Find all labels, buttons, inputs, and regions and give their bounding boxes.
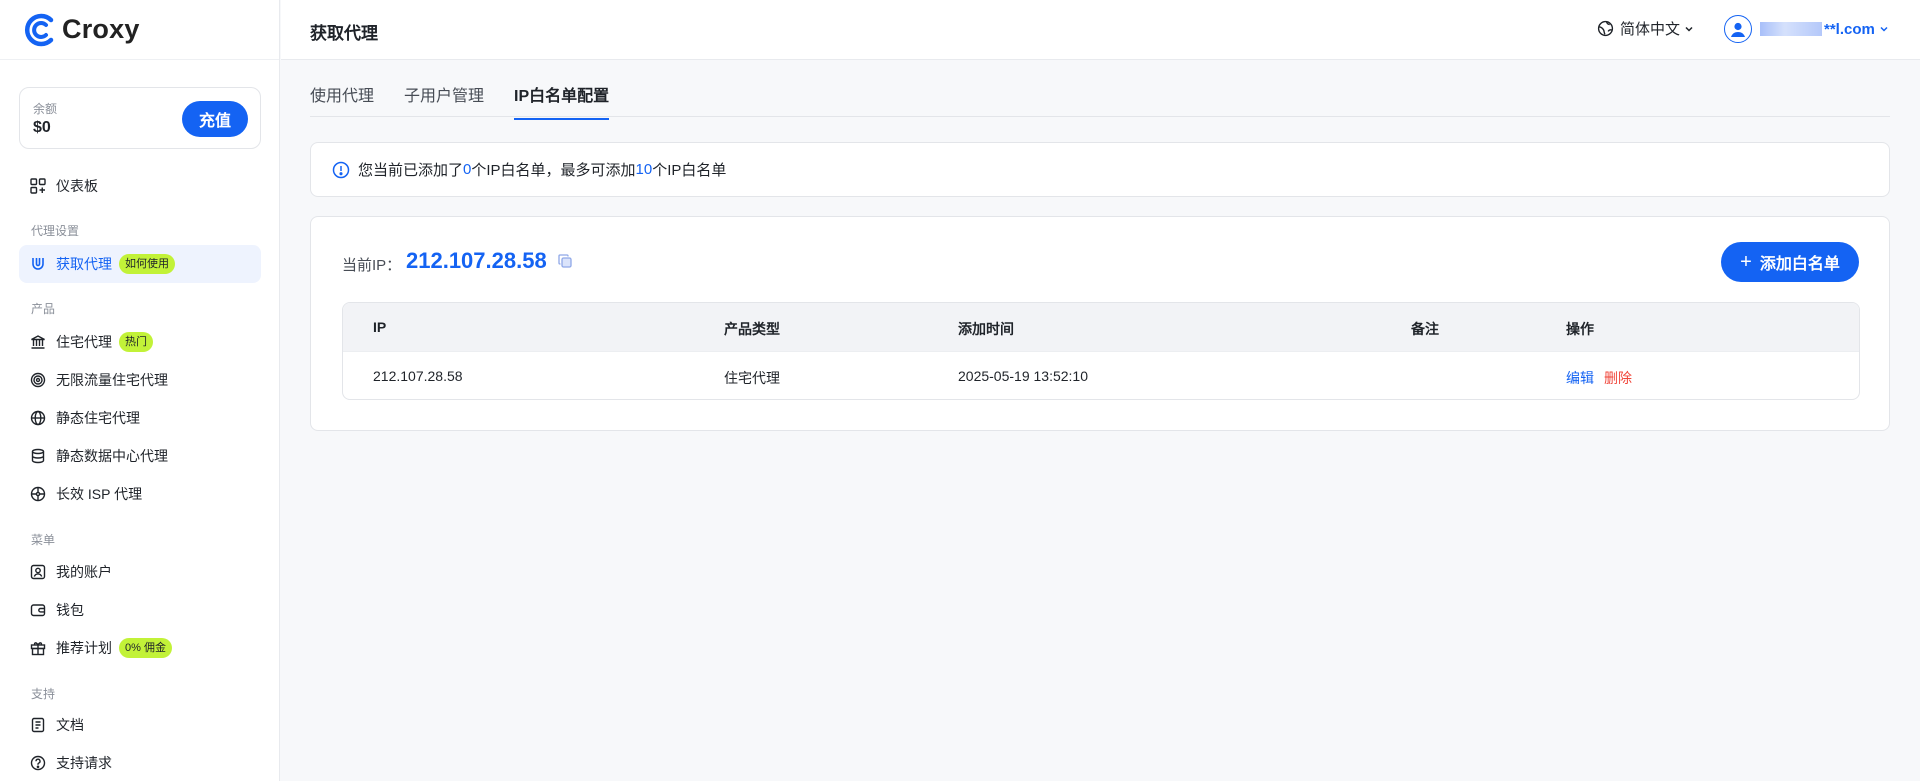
sidebar-item-label: 静态数据中心代理 xyxy=(56,448,168,464)
sidebar-item-residential[interactable]: 住宅代理 热门 xyxy=(19,323,261,361)
grid-icon xyxy=(29,177,47,195)
top-header: 获取代理 简体中文 **l.com xyxy=(281,0,1920,60)
col-actions: 操作 xyxy=(1566,321,1594,337)
sidebar-item-dashboard[interactable]: 仪表板 xyxy=(19,167,261,205)
delete-link[interactable]: 删除 xyxy=(1604,370,1632,386)
user-email: **l.com xyxy=(1760,21,1889,38)
sidebar-item-docs[interactable]: 文档 xyxy=(19,706,261,744)
sidebar-item-unlimited-residential[interactable]: 无限流量住宅代理 xyxy=(19,361,261,399)
language-label: 简体中文 xyxy=(1620,21,1681,38)
sidebar-item-label: 住宅代理 xyxy=(56,334,112,350)
notice-suffix: 个IP白名单 xyxy=(652,162,727,179)
document-icon xyxy=(29,716,47,734)
sidebar-item-static-residential[interactable]: 静态住宅代理 xyxy=(19,399,261,437)
chevron-down-icon xyxy=(1880,26,1888,32)
col-product-type: 产品类型 xyxy=(724,321,780,337)
sidebar-item-label: 静态住宅代理 xyxy=(56,410,140,426)
section-products: 产品 xyxy=(31,302,56,316)
balance-label: 余额 xyxy=(33,102,58,116)
support-icon xyxy=(29,754,47,772)
tab-bar: 使用代理 子用户管理 IP白名单配置 xyxy=(310,60,1890,120)
gift-icon xyxy=(29,639,47,657)
add-whitelist-button[interactable]: + 添加白名单 xyxy=(1721,242,1859,282)
balance-card: 余额 $0 充值 xyxy=(19,87,261,149)
brand-name: Croxy xyxy=(62,14,140,44)
sidebar-item-isp[interactable]: 长效 ISP 代理 xyxy=(19,475,261,513)
table-header: IP 产品类型 添加时间 备注 操作 xyxy=(343,303,1859,351)
language-selector[interactable]: 简体中文 xyxy=(1597,18,1694,39)
section-menu: 菜单 xyxy=(31,533,56,547)
copy-icon[interactable] xyxy=(557,253,573,269)
info-icon xyxy=(332,161,350,178)
whitelist-card: 当前IP： 212.107.28.58 + 添加白名单 IP 产品类型 添加时间… xyxy=(310,216,1890,431)
section-support: 支持 xyxy=(31,687,56,701)
email-redaction xyxy=(1760,22,1822,36)
user-card-icon xyxy=(29,563,47,581)
sidebar-item-label: 推荐计划 xyxy=(56,640,112,656)
tab-use-proxy[interactable]: 使用代理 xyxy=(310,82,374,118)
sidebar-item-label: 长效 ISP 代理 xyxy=(56,486,143,502)
sidebar-item-label: 无限流量住宅代理 xyxy=(56,372,168,388)
bank-icon xyxy=(29,333,47,351)
table-row: 212.107.28.58 住宅代理 2025-05-19 13:52:10 编… xyxy=(343,351,1859,399)
sidebar-item-account[interactable]: 我的账户 xyxy=(19,553,261,591)
notice-count: 0 xyxy=(463,161,472,178)
sidebar-item-label: 文档 xyxy=(56,717,84,733)
sidebar-item-wallet[interactable]: 钱包 xyxy=(19,591,261,629)
whitelist-table: IP 产品类型 添加时间 备注 操作 212.107.28.58 住宅代理 20… xyxy=(342,302,1860,400)
network-icon xyxy=(29,485,47,503)
current-ip-label: 当前IP： xyxy=(342,257,402,274)
tab-ip-whitelist[interactable]: IP白名单配置 xyxy=(514,82,610,120)
user-menu[interactable]: **l.com xyxy=(1724,15,1889,43)
sidebar-item-label: 钱包 xyxy=(56,602,84,618)
section-proxy-settings: 代理设置 xyxy=(31,224,80,238)
hot-badge: 热门 xyxy=(119,332,153,352)
user-email-text: **l.com xyxy=(1824,20,1875,38)
edit-link[interactable]: 编辑 xyxy=(1566,370,1594,386)
tab-sub-users[interactable]: 子用户管理 xyxy=(404,82,484,118)
how-to-use-badge[interactable]: 如何使用 xyxy=(119,254,175,274)
row-product: 住宅代理 xyxy=(724,370,780,386)
globe-icon xyxy=(1597,20,1614,37)
current-ip-value: 212.107.28.58 xyxy=(406,248,547,273)
sidebar-item-label: 支持请求 xyxy=(56,755,112,771)
chevron-down-icon xyxy=(1685,26,1693,32)
row-actions: 编辑 删除 xyxy=(1566,368,1632,388)
avatar xyxy=(1724,15,1752,43)
sidebar-item-label: 获取代理 xyxy=(56,256,112,272)
sidebar: Croxy 余额 $0 充值 仪表板 代理设置 获取代理 如何使用 产品 住宅代… xyxy=(0,0,280,781)
globe-icon xyxy=(29,409,47,427)
magnet-icon xyxy=(29,255,47,273)
notice-prefix: 您当前已添加了 xyxy=(358,162,464,179)
logo[interactable]: Croxy xyxy=(0,0,279,60)
target-icon xyxy=(29,371,47,389)
sidebar-item-get-proxy[interactable]: 获取代理 如何使用 xyxy=(19,245,261,283)
sidebar-item-referral[interactable]: 推荐计划 0% 佣金 xyxy=(19,629,261,667)
notice-middle: 个IP白名单，最多可添加 xyxy=(471,162,636,179)
notice-max: 10 xyxy=(635,161,653,178)
sidebar-item-static-datacenter[interactable]: 静态数据中心代理 xyxy=(19,437,261,475)
croxy-logo-icon xyxy=(24,13,54,46)
balance-value: $0 xyxy=(33,119,51,136)
col-note: 备注 xyxy=(1411,321,1439,337)
whitelist-notice: 您当前已添加了 0 个IP白名单，最多可添加 10 个IP白名单 xyxy=(310,142,1890,197)
wallet-icon xyxy=(29,601,47,619)
add-whitelist-label: 添加白名单 xyxy=(1759,256,1840,273)
database-icon xyxy=(29,447,47,465)
col-ip: IP xyxy=(373,319,387,335)
sidebar-item-label: 我的账户 xyxy=(56,564,112,580)
sidebar-item-support-request[interactable]: 支持请求 xyxy=(19,744,261,781)
row-ip: 212.107.28.58 xyxy=(373,368,463,384)
row-added-time: 2025-05-19 13:52:10 xyxy=(958,368,1088,384)
recharge-button[interactable]: 充值 xyxy=(182,101,248,137)
user-icon xyxy=(1731,22,1745,37)
plus-icon: + xyxy=(1740,251,1752,273)
commission-badge: 0% 佣金 xyxy=(119,638,172,658)
sidebar-item-label: 仪表板 xyxy=(56,178,98,194)
col-added-time: 添加时间 xyxy=(958,321,1014,337)
page-title: 获取代理 xyxy=(310,24,378,43)
